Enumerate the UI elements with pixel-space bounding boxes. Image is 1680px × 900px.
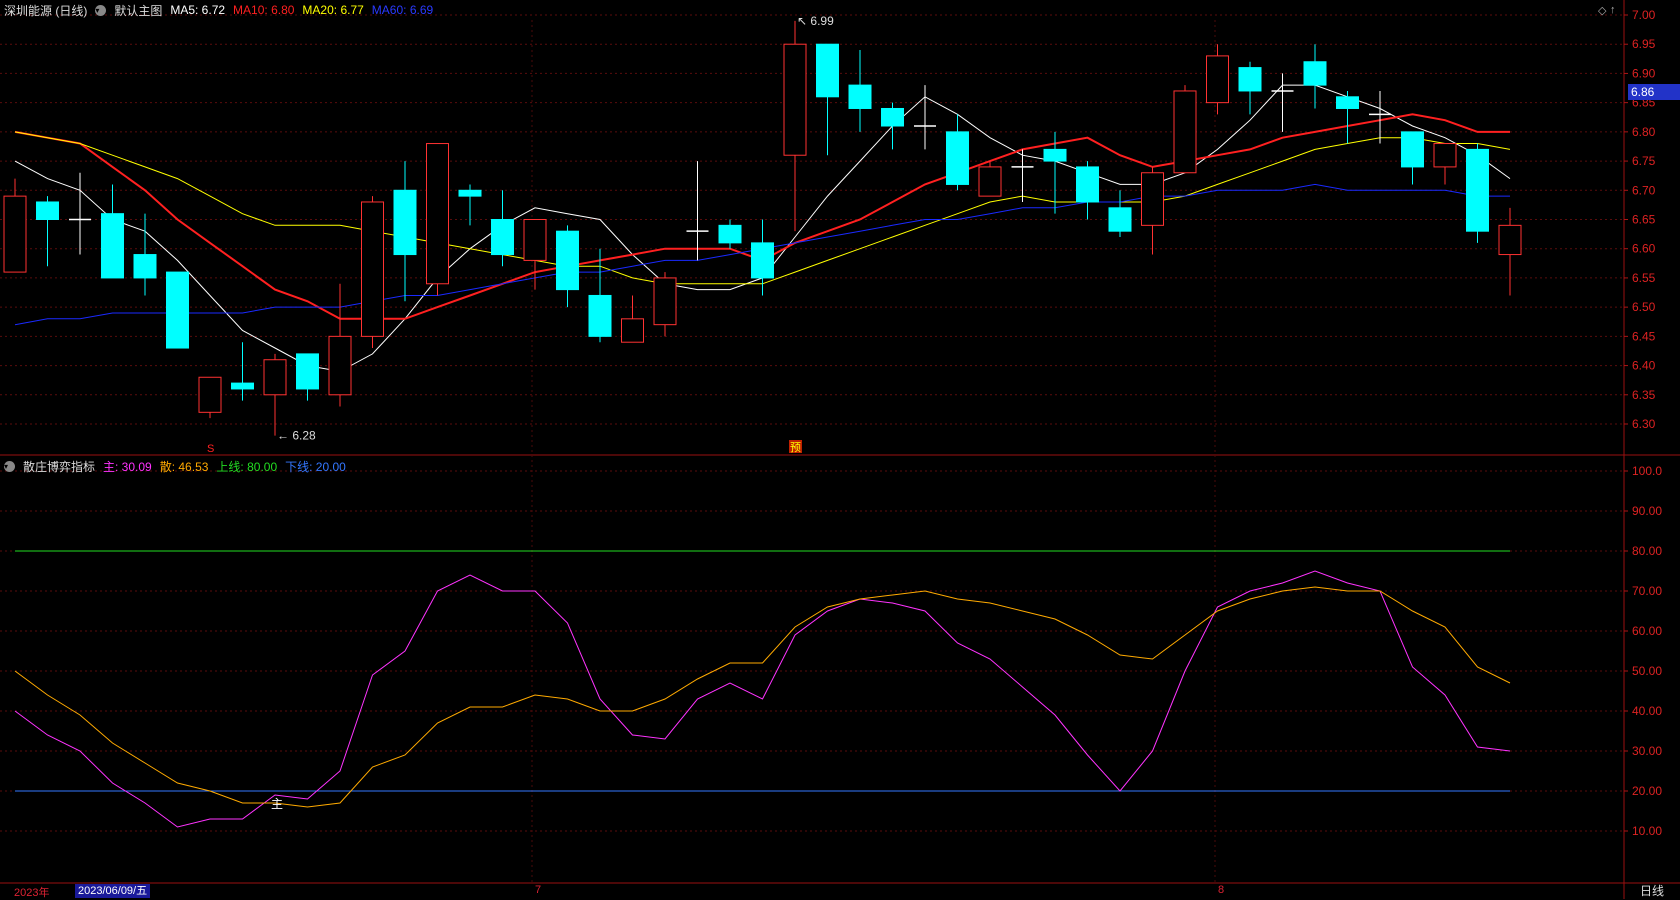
indicator-line-main [14,570,1511,828]
date-axis: 2023年 2023/06/09/五 7 8 [0,883,1624,899]
cursor-date: 2023/06/09/五 [75,884,151,898]
price-tick-label: 7.00 [1632,8,1656,22]
indicator-tick-label: 50.00 [1632,664,1662,678]
period-mode-button[interactable]: 日线 [1624,883,1680,899]
candle-down [393,189,417,256]
candle-up [426,143,449,285]
candle-up [1498,224,1522,256]
candle-down [1076,166,1099,203]
ma10-label: MA10: 6.80 [233,3,295,17]
candle-down [296,353,319,390]
chevron-down-icon[interactable]: ▾ [4,460,15,472]
price-tick-label: 6.70 [1632,183,1656,197]
candle-up [1433,143,1457,168]
candle-down [1303,61,1327,86]
main-chart-label[interactable]: 默认主图 [114,2,162,19]
candle-up [1173,90,1197,174]
candle-down [588,294,612,337]
candle-down [1108,207,1132,232]
indicator-tick-label: 10.00 [1632,824,1662,838]
price-tick-label: 6.90 [1632,66,1656,80]
price-tick-label: 6.40 [1632,359,1656,373]
candle-down [36,201,59,221]
candle-down [881,107,904,127]
candle-down [751,242,774,279]
month-label-8: 8 [1218,884,1225,896]
indicator-name[interactable]: 散庄博弈指标 [23,458,95,475]
candle-down [1043,148,1067,162]
chart-canvas[interactable]: 7.006.956.906.856.806.756.706.656.606.55… [0,0,1680,899]
price-tick-label: 6.95 [1632,37,1656,51]
candle-down [848,84,872,109]
candle-down [491,219,514,256]
indicator-lower-label: 下线: 20.00 [285,459,346,474]
candle-down [458,189,482,197]
indicator-retail-label: 散: 46.53 [159,459,209,474]
indicator-tick-label: 60.00 [1632,624,1662,638]
candle-down [1238,67,1262,92]
candle-down [816,43,839,98]
current-price-tag: 6.86 [1628,84,1680,100]
indicator-main-label: 主: 30.09 [103,459,152,474]
main-header: 深圳能源 (日线) ▾ 默认主图 MA5: 6.72 MA10: 6.80 MA… [4,0,433,20]
candle-up [653,277,677,326]
candle-down [556,230,579,291]
indicator-tick-label: 40.00 [1632,704,1662,718]
price-tick-label: 6.65 [1632,213,1656,227]
candle-up [1141,172,1164,226]
stock-name[interactable]: 深圳能源 (日线) [4,2,87,19]
candle-down [133,254,157,279]
candle-up [621,318,644,343]
indicator-tick-label: 30.00 [1632,744,1662,758]
indicator-tick-label: 90.00 [1632,504,1662,518]
low-annotation: ← 6.28 [277,429,316,443]
candle-up [978,166,1002,197]
price-tick-label: 6.50 [1632,300,1656,314]
candle-up [3,195,27,273]
candle-down [946,131,969,185]
candle-down [718,224,742,244]
candle-down [101,213,124,279]
price-tick-label: 6.80 [1632,125,1656,139]
indicator-tick-label: 100.0 [1632,464,1662,478]
candle-down [231,382,254,390]
year-label: 2023年 [14,887,50,899]
indicator-upper-label: 上线: 80.00 [216,459,278,474]
candle-up [328,335,352,396]
candle-down [1466,148,1489,232]
diamond-icon[interactable]: ◇ [1598,4,1606,17]
price-tick-label: 6.60 [1632,242,1656,256]
candle-up [523,219,547,261]
price-tick-label: 6.30 [1632,417,1656,431]
signal-marker-zhu: 主 [271,797,283,811]
ma5-label: MA5: 6.72 [170,3,226,17]
ma60-label: MA60: 6.69 [371,3,434,17]
ma20-label: MA20: 6.77 [302,3,364,17]
candle-up [263,359,287,396]
price-tick-label: 6.45 [1632,329,1656,343]
month-label-7: 7 [535,884,542,896]
candle-down [1336,96,1359,109]
candle-up [361,201,384,337]
chart-stage: 7.00 6.95 6.90 6.85 6.80 6.75 6.70 6.65 6.60 6.55… [0,0,1680,899]
indicator-tick-label: 80.00 [1632,544,1662,558]
signal-marker-yu: 预 [790,441,801,454]
candle-down [166,271,189,349]
candle-up [783,43,807,156]
indicator-line-retail [14,586,1511,808]
indicator-header: ▾ 散庄博弈指标 主: 30.09 散: 46.53 上线: 80.00 下线:… [4,456,346,476]
signal-marker-s: S [207,443,214,455]
chevron-down-icon[interactable]: ▾ [95,4,107,16]
candle-up [198,376,222,413]
up-arrow-icon[interactable]: ↑ [1610,4,1616,16]
indicator-tick-label: 70.00 [1632,584,1662,598]
candle-up [1206,55,1229,104]
price-tick-label: 6.75 [1632,154,1656,168]
price-tick-label: 6.35 [1632,388,1656,402]
indicator-tick-label: 20.00 [1632,784,1662,798]
high-annotation: ↖ 6.99 [797,14,834,28]
price-tick-label: 6.55 [1632,271,1656,285]
candle-down [1401,131,1424,168]
